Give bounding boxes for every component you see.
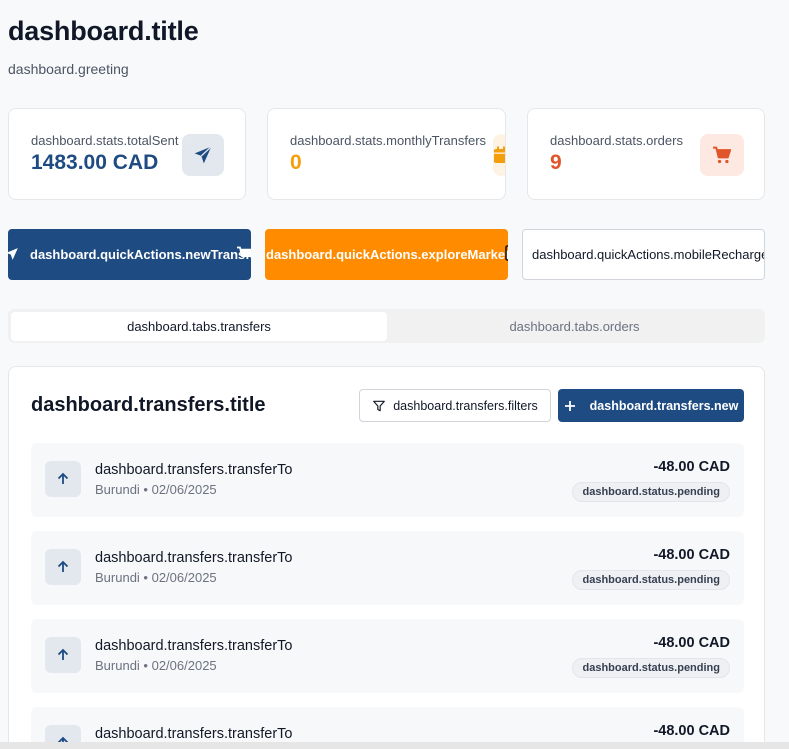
stat-label: dashboard.stats.orders [550, 133, 683, 148]
arrow-up-icon [45, 461, 81, 497]
transfer-date: 02/06/2025 [151, 658, 217, 673]
transfer-row[interactable]: dashboard.transfers.transferTo Burundi •… [31, 531, 744, 605]
cart-icon [236, 246, 251, 262]
transfer-amount: -48.00 CAD [653, 547, 730, 563]
horizontal-scrollbar[interactable] [0, 742, 789, 749]
new-label: dashboard.transfers.new [589, 398, 739, 413]
arrow-up-icon [45, 549, 81, 585]
greeting: dashboard.greeting [8, 61, 129, 77]
explore-marketplace-label: dashboard.quickActions.exploreMarketplac… [266, 247, 508, 262]
stat-value: 0 [290, 151, 302, 174]
arrow-up-icon [45, 637, 81, 673]
transfer-country: Burundi [95, 658, 140, 673]
calendar-icon [493, 134, 505, 176]
transfers-title: dashboard.transfers.title [31, 394, 266, 416]
filters-button[interactable]: dashboard.transfers.filters [359, 389, 551, 422]
new-transfer-button[interactable]: dashboard.quickActions.newTransfer [8, 229, 251, 280]
new-transfer-button[interactable]: dashboard.transfers.new [558, 389, 744, 422]
transfer-title: dashboard.transfers.transferTo [95, 462, 293, 478]
tab-orders[interactable]: dashboard.tabs.orders [387, 312, 762, 341]
tab-transfers[interactable]: dashboard.tabs.transfers [11, 312, 387, 341]
status-badge: dashboard.status.pending [572, 482, 730, 502]
transfer-meta: Burundi • 02/06/2025 [95, 570, 217, 585]
status-badge: dashboard.status.pending [572, 658, 730, 678]
page-title: dashboard.title [8, 16, 199, 46]
stat-card-total-sent: dashboard.stats.totalSent 1483.00 CAD [8, 108, 246, 200]
explore-marketplace-button[interactable]: dashboard.quickActions.exploreMarketplac… [265, 229, 508, 280]
transfer-row[interactable]: dashboard.transfers.transferTo Burundi •… [31, 619, 744, 693]
transfers-panel: dashboard.transfers.title dashboard.tran… [8, 366, 765, 749]
filters-label: dashboard.transfers.filters [393, 398, 538, 413]
stat-card-orders: dashboard.stats.orders 9 [527, 108, 765, 200]
transfer-amount: -48.00 CAD [653, 459, 730, 475]
status-badge: dashboard.status.pending [572, 570, 730, 590]
stat-label: dashboard.stats.totalSent [31, 133, 179, 148]
plus-icon [564, 400, 576, 412]
mobile-phone-icon [505, 245, 508, 261]
stat-value: 1483.00 CAD [31, 151, 159, 174]
transfer-country: Burundi [95, 570, 140, 585]
mobile-recharge-label: dashboard.quickActions.mobileRecharge [532, 247, 765, 262]
transfer-amount: -48.00 CAD [653, 723, 730, 739]
stat-label: dashboard.stats.monthlyTransfers [290, 133, 487, 148]
transfer-amount: -48.00 CAD [653, 635, 730, 651]
filter-icon [372, 399, 386, 413]
stat-card-monthly-transfers: dashboard.stats.monthlyTransfers 0 [267, 108, 506, 200]
stat-value: 9 [550, 151, 562, 174]
cart-icon [700, 134, 744, 176]
mobile-recharge-button[interactable]: dashboard.quickActions.mobileRecharge [522, 229, 765, 280]
transfer-row[interactable]: dashboard.transfers.transferTo Burundi •… [31, 443, 744, 517]
new-transfer-label: dashboard.quickActions.newTransfer [30, 247, 251, 262]
transfer-country: Burundi [95, 482, 140, 497]
transfer-title: dashboard.transfers.transferTo [95, 550, 293, 566]
paper-plane-icon [182, 134, 224, 176]
transfer-title: dashboard.transfers.transferTo [95, 638, 293, 654]
transfer-date: 02/06/2025 [151, 570, 217, 585]
tab-bar: dashboard.tabs.transfers dashboard.tabs.… [8, 309, 765, 343]
transfer-meta: Burundi • 02/06/2025 [95, 658, 217, 673]
transfer-meta: Burundi • 02/06/2025 [95, 482, 217, 497]
paper-plane-icon [8, 247, 19, 261]
transfer-date: 02/06/2025 [151, 482, 217, 497]
transfer-title: dashboard.transfers.transferTo [95, 726, 293, 742]
